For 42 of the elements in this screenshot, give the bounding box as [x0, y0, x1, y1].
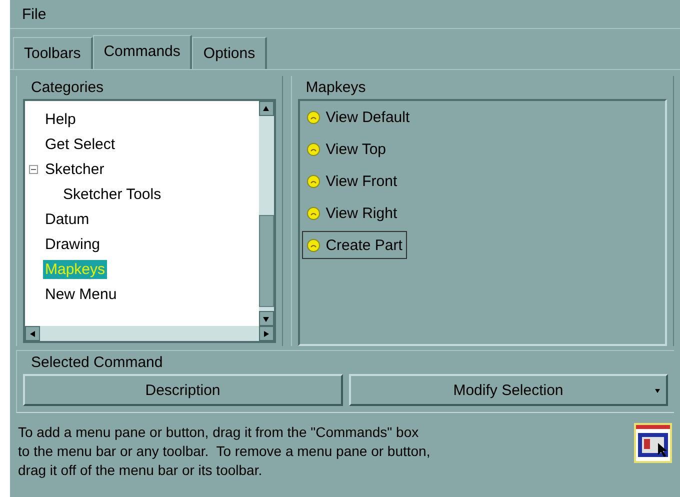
- command-item[interactable]: Create Part: [302, 231, 408, 259]
- group-title: Selected Command: [30, 353, 164, 373]
- tree-item[interactable]: Drawing: [43, 235, 102, 254]
- command-item[interactable]: View Right: [302, 199, 402, 227]
- help-text: To add a menu pane or button, drag it from the "Commands" box: [18, 423, 420, 442]
- tree-item[interactable]: Help: [43, 110, 78, 129]
- modify-selection-button[interactable]: Modify Selection: [348, 374, 668, 406]
- command-item[interactable]: View Front: [302, 167, 402, 195]
- scrollbar-thumb[interactable]: [258, 215, 274, 307]
- mapkey-icon: [306, 238, 320, 252]
- group-title: Mapkeys: [304, 78, 367, 98]
- command-label: View Front: [326, 172, 398, 190]
- mapkey-icon: [306, 174, 320, 188]
- tree-item[interactable]: New Menu: [43, 285, 119, 304]
- command-label: View Top: [326, 140, 386, 158]
- mapkey-icon: [306, 206, 320, 220]
- menu-item[interactable]: File: [18, 4, 50, 24]
- tree-item[interactable]: Sketcher Tools: [61, 185, 164, 204]
- caret-icon: [655, 389, 660, 393]
- tree-item[interactable]: Get Select: [43, 135, 118, 154]
- mapkey-icon: [306, 110, 320, 124]
- tree-item[interactable]: Datum: [43, 210, 92, 229]
- mapkey-icon: [306, 142, 320, 156]
- command-label: View Default: [326, 108, 410, 126]
- command-item[interactable]: View Top: [302, 135, 392, 163]
- help-text: to the menu bar or any toolbar. To remove a menu pane or button,: [18, 442, 430, 461]
- collapse-icon[interactable]: [29, 165, 38, 174]
- command-label: Create Part: [326, 236, 402, 254]
- tree-item[interactable]: Sketcher: [43, 160, 106, 179]
- command-item[interactable]: View Default: [302, 103, 415, 131]
- tab[interactable]: Commands: [92, 35, 192, 69]
- scroll-down-icon[interactable]: [258, 311, 274, 326]
- scroll-up-icon[interactable]: [258, 101, 274, 116]
- tab[interactable]: Toolbars: [13, 37, 93, 69]
- tab[interactable]: Options: [192, 37, 268, 69]
- scroll-right-icon[interactable]: [258, 326, 274, 341]
- group-title: Categories: [30, 78, 105, 98]
- help-text: drag it off of the menu bar or its toolbar.: [18, 461, 264, 480]
- scroll-left-icon[interactable]: [25, 326, 40, 341]
- command-label: View Right: [326, 204, 398, 222]
- window-icon: [634, 423, 672, 463]
- description-button[interactable]: Description: [23, 374, 342, 406]
